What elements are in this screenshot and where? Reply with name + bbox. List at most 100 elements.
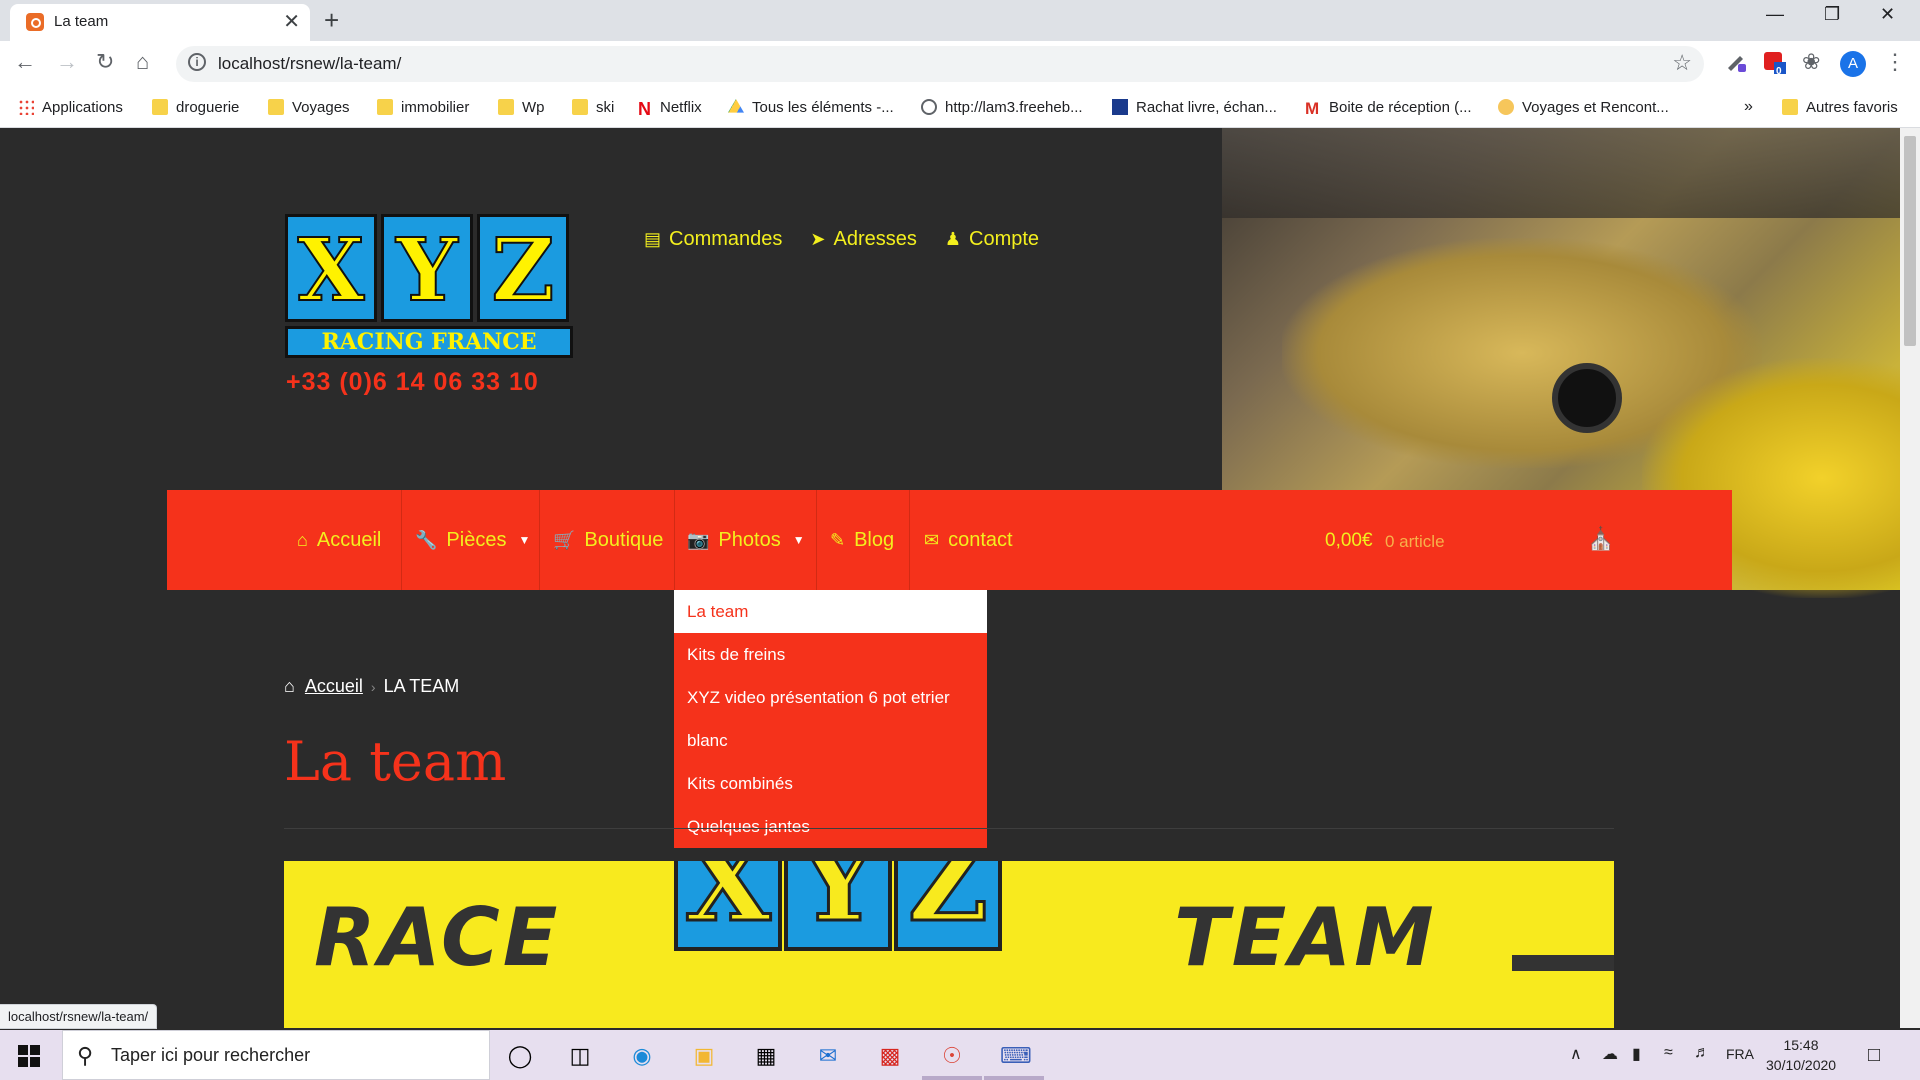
remote-app-icon[interactable]: ⌨ (1000, 1042, 1032, 1070)
nav-compte[interactable]: ♟ Compte (945, 228, 1039, 251)
nav-label: Compte (969, 228, 1040, 250)
menu-label: Accueil (316, 528, 382, 551)
nav-commandes[interactable]: ▤ Commandes (644, 228, 782, 251)
gift-app-icon[interactable]: ▩ (876, 1042, 904, 1070)
address-bar[interactable]: i localhost/rsnew/la-team/ ☆ (176, 46, 1704, 82)
dropdown-item-xyz-video[interactable]: XYZ video présentation 6 pot etrier (674, 676, 987, 719)
browser-tab-bar: La team ✕ + — ❐ ✕ (0, 0, 1920, 41)
home-icon[interactable]: ⌂ (136, 49, 149, 75)
task-view-icon[interactable]: ◫ (566, 1042, 594, 1070)
bookmark-label: Voyages et Ren­cont... (1522, 98, 1669, 116)
bookmark-immobilier[interactable]: immobilier (377, 95, 469, 119)
menu-item-photos[interactable]: 📷 Photos ▼ (687, 490, 805, 590)
bookmark-label: Boite de réception (... (1329, 98, 1472, 116)
bookmark-voyages-rencontres[interactable]: Voyages et Ren­cont... (1498, 95, 1669, 119)
clock-time: 15:48 (1783, 1037, 1819, 1053)
folder-icon (268, 99, 284, 115)
wrench-icon: 🔧 (415, 529, 438, 550)
banner-text-race: RACE (314, 891, 561, 984)
bookmark-applications[interactable]: Applications (18, 95, 123, 119)
profile-avatar[interactable]: A (1840, 51, 1866, 77)
extension-shield-icon[interactable] (1762, 50, 1786, 74)
drive-icon (728, 99, 744, 113)
menu-item-accueil[interactable]: ⌂ Accueil (297, 490, 381, 590)
bookmark-ski[interactable]: ski (572, 95, 614, 119)
gmail-icon: M (1305, 99, 1320, 118)
store-icon[interactable]: ▦ (752, 1042, 780, 1070)
menu-label: Blog (854, 528, 895, 551)
bookmark-netflix[interactable]: N Netflix (638, 95, 702, 120)
site-info-icon[interactable]: i (188, 53, 206, 71)
search-placeholder: Taper ici pour rechercher (111, 1045, 311, 1065)
chrome-icon[interactable]: ☉ (938, 1042, 966, 1070)
reload-icon[interactable]: ↻ (96, 49, 114, 75)
input-language[interactable]: FRA (1726, 1046, 1754, 1062)
volume-icon[interactable]: ♬ (1694, 1044, 1710, 1062)
clock-date: 30/10/2020 (1766, 1057, 1837, 1073)
apps-grid-icon (18, 99, 34, 115)
menu-item-pieces[interactable]: 🔧 Pièces ▼ (415, 490, 530, 590)
menu-label: Boutique (584, 528, 664, 551)
minimize-icon[interactable]: — (1766, 4, 1784, 25)
bookmark-lam3[interactable]: http://lam3.freeheb... (921, 95, 1083, 119)
logo-letter-box: X (285, 214, 377, 322)
wifi-icon[interactable]: ≈ (1664, 1044, 1673, 1062)
extension-pen-icon[interactable] (1724, 50, 1748, 74)
bookmark-wp[interactable]: Wp (498, 95, 545, 119)
onedrive-icon[interactable]: ☁ (1602, 1044, 1618, 1064)
cart-icon: 🛒 (553, 529, 576, 550)
new-tab-button[interactable]: + (324, 5, 339, 36)
other-bookmarks-folder[interactable]: Autres favoris (1782, 95, 1898, 119)
extensions-puzzle-icon[interactable]: ❀ (1802, 49, 1820, 75)
notifications-icon[interactable]: □ (1868, 1044, 1880, 1067)
logo-letter: X (297, 220, 366, 321)
dropdown-item-kits-combines[interactable]: Kits combinés (674, 762, 987, 805)
taskbar-search-box[interactable]: ⚲ Taper ici pour rechercher (62, 1030, 490, 1080)
banner-letter: Y (797, 861, 879, 948)
menu-label: contact (948, 528, 1013, 551)
scrollbar-thumb[interactable] (1904, 136, 1916, 346)
bookmark-star-icon[interactable]: ☆ (1672, 50, 1692, 76)
breadcrumb-home-link[interactable]: Accueil (305, 676, 363, 697)
tray-expand-icon[interactable]: ∧ (1570, 1044, 1582, 1064)
back-icon[interactable]: ← (14, 49, 36, 75)
more-bookmarks-icon[interactable]: » (1744, 95, 1753, 119)
edge-icon[interactable]: ◉ (628, 1042, 656, 1070)
bookmark-voyages[interactable]: Voyages (268, 95, 350, 119)
system-clock[interactable]: 15:48 30/10/2020 (1766, 1035, 1836, 1075)
divider (284, 828, 1614, 829)
cortana-icon[interactable]: ◯ (506, 1042, 534, 1070)
basket-icon[interactable]: ⛪ (1587, 526, 1614, 552)
bookmark-droguerie[interactable]: droguerie (152, 95, 239, 119)
menu-item-blog[interactable]: ✎ Blog (830, 490, 894, 590)
page-scrollbar[interactable] (1900, 128, 1920, 1028)
banner-letter-box: X (674, 861, 782, 951)
forward-icon[interactable]: → (56, 49, 78, 75)
menu-item-contact[interactable]: ✉ contact (924, 490, 1013, 590)
cart-count[interactable]: 0 article (1385, 532, 1445, 552)
dropdown-item-kits-freins[interactable]: Kits de freins (674, 633, 987, 676)
bookmark-drive[interactable]: Tous les éléments -... (728, 95, 894, 119)
windows-start-icon[interactable] (18, 1045, 40, 1067)
restore-icon[interactable]: ❐ (1824, 4, 1840, 25)
browser-menu-icon[interactable]: ⋮ (1884, 49, 1906, 75)
menu-item-boutique[interactable]: 🛒 Boutique (553, 490, 663, 590)
menu-label: Photos (718, 528, 781, 551)
bookmark-label: droguerie (176, 98, 240, 116)
bookmark-rachat-livre[interactable]: Rachat livre, échan... (1112, 95, 1277, 119)
file-explorer-icon[interactable]: ▣ (690, 1042, 718, 1070)
user-icon: ♟ (944, 229, 962, 249)
cart-total[interactable]: 0,00€ (1325, 530, 1373, 552)
battery-icon[interactable]: ▮ (1632, 1044, 1641, 1064)
nav-adresses[interactable]: ➤ Adresses (810, 228, 916, 251)
site-logo[interactable]: X Y Z RACING FRANCE (285, 214, 573, 358)
dropdown-item-blanc[interactable]: blanc (674, 719, 987, 762)
bookmark-gmail[interactable]: M Boite de réception (... (1305, 95, 1472, 119)
url-text[interactable]: localhost/rsnew/la-team/ (218, 54, 401, 74)
close-tab-icon[interactable]: ✕ (283, 9, 300, 34)
mail-icon[interactable]: ✉ (814, 1042, 842, 1070)
close-window-icon[interactable]: ✕ (1880, 4, 1895, 25)
browser-tab[interactable]: La team ✕ (10, 4, 310, 41)
dropdown-item-la-team[interactable]: La team (674, 590, 987, 633)
dropdown-item-jantes[interactable]: Quelques jantes (674, 805, 987, 848)
